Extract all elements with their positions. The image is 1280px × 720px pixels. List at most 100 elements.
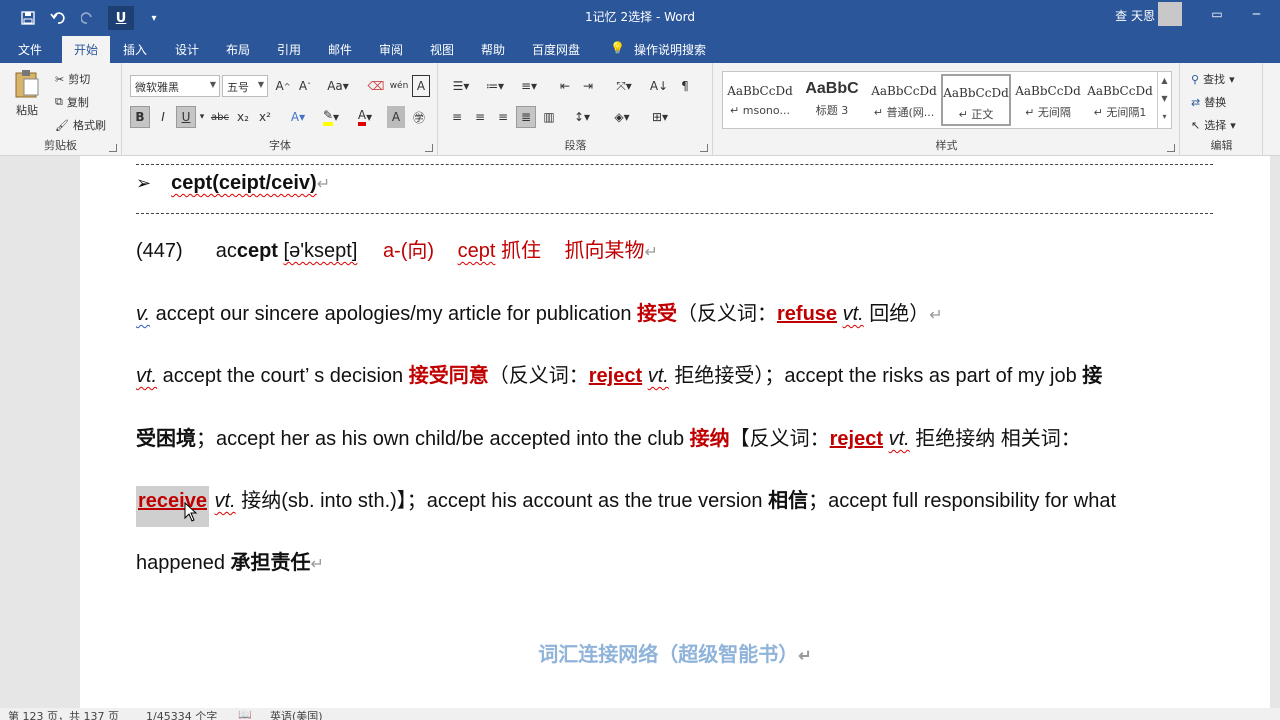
paste-button[interactable]: 粘贴 <box>10 69 44 118</box>
align-left-icon[interactable]: ≡ <box>447 106 467 128</box>
meaning: 受困境 <box>136 428 196 450</box>
definition-line-3: 受困境；accept her as his own child/be accep… <box>136 422 1081 451</box>
format-painter-button[interactable]: 🖌 格式刷 <box>55 117 106 133</box>
word-count[interactable]: 1/45334 个字 <box>146 708 217 720</box>
chevron-down-icon[interactable]: ▾ <box>197 106 207 128</box>
numbering-icon[interactable]: ≔▾ <box>481 75 509 97</box>
tab-references[interactable]: 引用 <box>277 41 301 58</box>
select-button[interactable]: ↖ 选择 ▾ <box>1191 117 1236 133</box>
copy-icon: ⧉ <box>55 95 63 108</box>
shading-icon[interactable]: ◈▾ <box>607 106 637 128</box>
find-button[interactable]: ⚲ 查找 ▾ <box>1191 71 1235 87</box>
increase-indent-icon[interactable]: ⇥ <box>578 75 598 97</box>
style-no-spacing1[interactable]: AaBbCcDd ↵ 无间隔1 <box>1085 74 1155 126</box>
text-effects-icon[interactable]: A▾ <box>285 106 311 128</box>
pos: vt. <box>136 365 158 387</box>
shrink-font-icon[interactable]: Aˇ <box>295 75 315 97</box>
bullets-icon[interactable]: ☰▾ <box>447 75 475 97</box>
antonym-open: （反义词： <box>677 303 777 325</box>
char-shading-icon[interactable]: A <box>387 106 405 128</box>
tab-layout[interactable]: 布局 <box>226 41 250 58</box>
brand-text: 词汇连接网络（超级智能书） <box>538 644 799 666</box>
decrease-indent-icon[interactable]: ⇤ <box>555 75 575 97</box>
justify-icon[interactable]: ≣ <box>516 106 536 128</box>
style-no-spacing[interactable]: AaBbCcDd ↵ 无间隔 <box>1013 74 1083 126</box>
language-indicator[interactable]: 英语(美国) <box>270 708 323 720</box>
underline-button[interactable]: U <box>176 106 196 128</box>
styles-scroll[interactable]: ▲ ▼ ▾ <box>1157 72 1171 128</box>
tell-me-search[interactable]: 操作说明搜索 <box>634 41 706 58</box>
styles-launcher[interactable] <box>1167 144 1175 152</box>
style-preview: AaBbCcDd <box>1087 84 1153 98</box>
bold-button[interactable]: B <box>130 106 150 128</box>
replace-button[interactable]: ⇄ 替换 <box>1191 94 1226 110</box>
clipboard-launcher[interactable] <box>109 144 117 152</box>
borders-icon[interactable]: ⊞▾ <box>645 106 675 128</box>
sort-icon[interactable]: A↓ <box>649 75 669 97</box>
font-size-combo[interactable]: 五号 ▼ <box>222 75 268 97</box>
font-color-icon[interactable]: A ▾ <box>351 106 379 128</box>
style-preview: AaBbCcDd <box>727 84 793 98</box>
font-launcher[interactable] <box>425 144 433 152</box>
proofing-icon[interactable]: 📖 <box>238 708 252 720</box>
meaning: 接受 <box>637 303 677 325</box>
style-body[interactable]: AaBbCcDd ↵ 正文 <box>941 74 1011 126</box>
highlight-icon[interactable]: ✎ ▾ <box>317 106 345 128</box>
subscript-button[interactable]: x₂ <box>233 106 253 128</box>
paste-label: 粘贴 <box>16 104 38 117</box>
user-name[interactable]: 查 天恩 <box>1115 7 1155 24</box>
chinese-layout-icon[interactable]: ⤧▾ <box>609 75 639 97</box>
document-page[interactable]: ➢ cept(ceipt/ceiv)↵ (447) accept [ə'ksept]… <box>80 156 1270 708</box>
tab-baidu[interactable]: 百度网盘 <box>532 41 580 58</box>
word-root: cept <box>236 240 278 262</box>
distributed-icon[interactable]: ▥ <box>539 106 559 128</box>
meaning-gloss: 抓向某物 <box>564 240 645 262</box>
paragraph-label: 段落 <box>564 139 587 152</box>
antonym-meaning: 拒绝接纳 相关词： <box>909 428 1081 450</box>
copy-button[interactable]: ⧉ 复制 <box>55 94 89 110</box>
grow-font-icon[interactable]: A ^ <box>273 75 293 97</box>
cut-button[interactable]: ✂ 剪切 <box>55 71 90 87</box>
align-right-icon[interactable]: ≡ <box>493 106 513 128</box>
change-case-icon[interactable]: Aa▾ <box>323 75 353 97</box>
paragraph-group: ☰▾ ≔▾ ≡▾ ⇤ ⇥ ⤧▾ A↓ ¶ ≡ ≡ ≡ ≣ ▥ ↕▾ ◈▾ ⊞▾ … <box>439 63 713 156</box>
style-preview: AaBbCcDd <box>943 86 1009 100</box>
line-spacing-icon[interactable]: ↕▾ <box>567 106 597 128</box>
show-marks-icon[interactable]: ¶ <box>675 75 695 97</box>
ribbon-display-icon[interactable]: ▭ <box>1211 7 1222 21</box>
style-normal-web[interactable]: AaBbCcDd ↵ 普通(网... <box>869 74 939 126</box>
strikethrough-button[interactable]: abc <box>209 106 231 128</box>
format-painter-label: 格式刷 <box>72 119 106 132</box>
tab-help[interactable]: 帮助 <box>481 41 505 58</box>
page-count[interactable]: 第 123 页，共 137 页 <box>8 708 119 720</box>
scissors-icon: ✂ <box>55 72 65 86</box>
char-border-icon[interactable]: A <box>412 75 430 97</box>
meaning: 接受同意 <box>408 365 489 387</box>
tab-file[interactable]: 文件 <box>18 41 42 58</box>
root-gloss: 抓住 <box>500 240 541 262</box>
related-word[interactable]: receive <box>136 486 209 527</box>
tab-review[interactable]: 审阅 <box>379 41 403 58</box>
tab-design[interactable]: 设计 <box>175 41 199 58</box>
phonetic-guide-icon[interactable]: wén <box>389 75 409 97</box>
tab-insert[interactable]: 插入 <box>123 41 147 58</box>
ribbon-tabs: 文件 开始 插入 设计 布局 引用 邮件 审阅 视图 帮助 百度网盘 💡 操作说… <box>0 33 1280 63</box>
tab-mailings[interactable]: 邮件 <box>328 41 352 58</box>
tab-view[interactable]: 视图 <box>430 41 454 58</box>
chevron-down-icon: ▼ <box>257 80 264 89</box>
superscript-button[interactable]: x² <box>255 106 275 128</box>
avatar[interactable] <box>1158 2 1182 26</box>
style-heading3[interactable]: AaBbC 标题 3 <box>797 74 867 126</box>
tab-home[interactable]: 开始 <box>62 36 111 63</box>
italic-button[interactable]: I <box>153 106 173 128</box>
multilevel-list-icon[interactable]: ≡▾ <box>515 75 543 97</box>
font-name-combo[interactable]: 微软雅黑 ▼ <box>130 75 220 97</box>
clear-format-icon[interactable]: ⌫ <box>366 75 386 97</box>
minimize-icon[interactable]: ─ <box>1253 7 1260 21</box>
example-text: ；accept her as his own child/be accepted… <box>196 428 690 450</box>
style-msonormal[interactable]: AaBbCcDd ↵ msono... <box>725 74 795 126</box>
align-center-icon[interactable]: ≡ <box>470 106 490 128</box>
example-text: ；accept full responsibility for what <box>808 490 1117 512</box>
enclose-char-icon[interactable]: ㊫ <box>409 106 429 128</box>
paragraph-launcher[interactable] <box>700 144 708 152</box>
